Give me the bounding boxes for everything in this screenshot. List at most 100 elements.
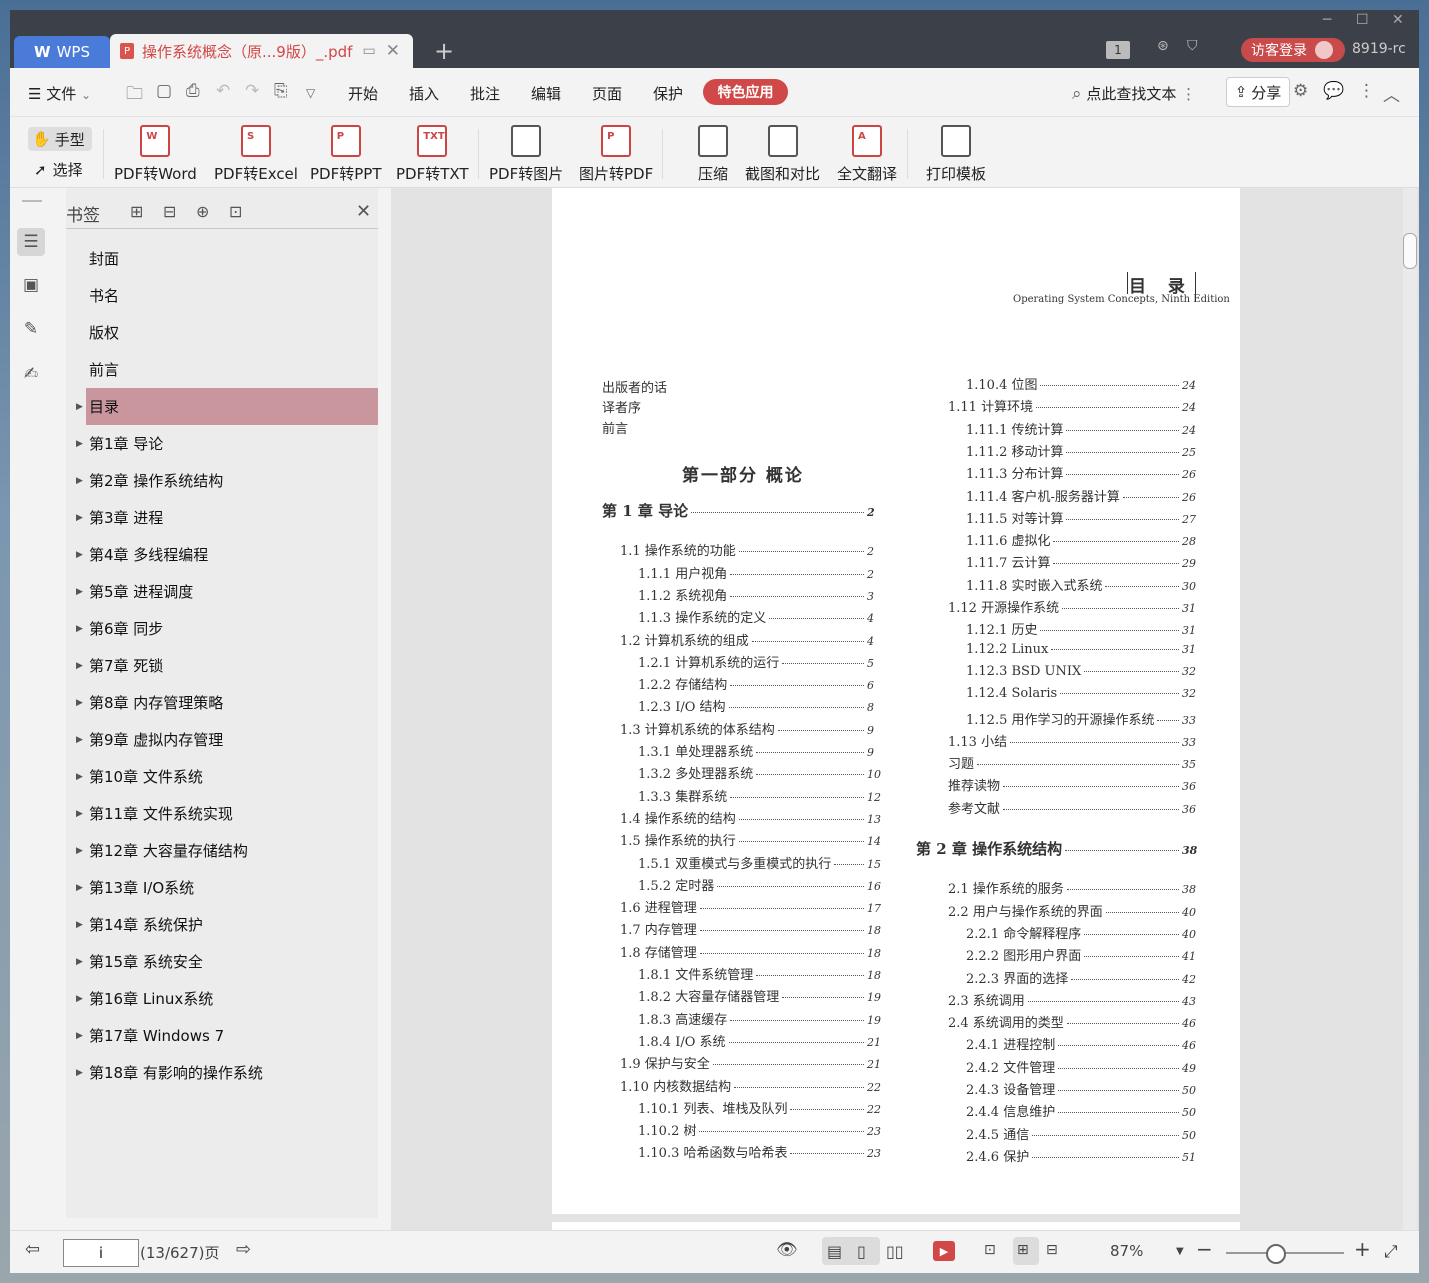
expand-arrow-icon[interactable]: ▶ (76, 1031, 83, 1041)
share-button[interactable]: ⇪ 分享 (1226, 77, 1290, 107)
expand-arrow-icon[interactable]: ▶ (76, 809, 83, 819)
bookmark-item[interactable]: ▶ 目录 (76, 388, 378, 425)
menu-edit[interactable]: 编辑 (531, 83, 561, 104)
new-tab-button[interactable]: + (434, 37, 454, 65)
menu-start[interactable]: 开始 (348, 83, 378, 104)
two-page-icon[interactable]: ▯▯ (886, 1242, 904, 1261)
eye-protection-icon[interactable]: 👁 (776, 1240, 798, 1260)
thumbnail-icon[interactable]: ▣ (20, 274, 42, 296)
pdf-to-image-button[interactable]: PDF转图片 (489, 125, 563, 184)
maximize-button[interactable]: ☐ (1356, 12, 1369, 28)
guest-login-button[interactable]: 访客登录 (1241, 38, 1345, 62)
bookmark-item[interactable]: ▶ 第11章 文件系统实现 (76, 795, 378, 832)
expand-arrow-icon[interactable]: ▶ (76, 550, 83, 560)
menu-special-apps[interactable]: 特色应用 (703, 79, 788, 105)
bookmark-item[interactable]: ▶ 第6章 同步 (76, 610, 378, 647)
expand-arrow-icon[interactable]: ▶ (76, 883, 83, 893)
print-icon[interactable]: ⎙ (186, 81, 200, 101)
pdf-to-excel-button[interactable]: S PDF转Excel (214, 125, 298, 184)
vertical-scrollbar[interactable] (1403, 188, 1417, 1230)
fit-width-icon[interactable]: ⊟ (1046, 1242, 1058, 1258)
bookmark-item[interactable]: 前言 (86, 351, 378, 388)
fullscreen-icon[interactable]: ⤢ (1384, 1242, 1398, 1262)
prev-page-icon[interactable]: ⇦ (25, 1239, 40, 1260)
bookmark-item[interactable]: ▶ 第8章 内存管理策略 (76, 684, 378, 721)
menu-protect[interactable]: 保护 (653, 83, 683, 104)
expand-arrow-icon[interactable]: ▶ (76, 772, 83, 782)
bookmark-item[interactable]: ▶ 第17章 Windows 7 (76, 1017, 378, 1054)
wps-home-tab[interactable]: W WPS (14, 36, 110, 68)
expand-arrow-icon[interactable]: ▶ (76, 1068, 83, 1078)
expand-arrow-icon[interactable]: ▶ (76, 402, 83, 412)
bookmark-item[interactable]: ▶ 第5章 进程调度 (76, 573, 378, 610)
close-panel-icon[interactable]: ✕ (356, 201, 371, 222)
compress-button[interactable]: 压缩 (698, 125, 728, 184)
zoom-dropdown-icon[interactable]: ▼ (1176, 1246, 1184, 1257)
expand-arrow-icon[interactable]: ▶ (76, 476, 83, 486)
bookmark-item[interactable]: ▶ 第18章 有影响的操作系统 (76, 1054, 378, 1091)
bookmark-item[interactable]: ▶ 第7章 死锁 (76, 647, 378, 684)
pdf-to-word-button[interactable]: W PDF转Word (114, 125, 197, 184)
bookmark-item[interactable]: ▶ 第12章 大容量存储结构 (76, 832, 378, 869)
expand-all-icon[interactable]: ⊞ (130, 202, 143, 221)
play-slideshow-icon[interactable]: ▶ (933, 1241, 955, 1261)
menu-page[interactable]: 页面 (592, 83, 622, 104)
bookmark-options-icon[interactable]: ⊡ (229, 202, 242, 221)
export-icon[interactable]: ⎘ (274, 81, 288, 101)
bookmark-item[interactable]: 书名 (86, 277, 378, 314)
file-menu[interactable]: ☰ 文件 ⌄ (28, 83, 91, 104)
menu-insert[interactable]: 插入 (409, 83, 439, 104)
scrollbar-thumb[interactable] (1403, 233, 1417, 269)
menu-annotate[interactable]: 批注 (470, 83, 500, 104)
annotation-icon[interactable]: ✎ (20, 318, 42, 340)
translate-button[interactable]: A 全文翻译 (837, 125, 897, 184)
expand-arrow-icon[interactable]: ▶ (76, 846, 83, 856)
bookmark-item[interactable]: ▶ 第1章 导论 (76, 425, 378, 462)
expand-arrow-icon[interactable]: ▶ (76, 661, 83, 671)
window-count-badge[interactable]: 1 (1106, 41, 1130, 59)
more-vert-icon[interactable]: ⋮ (1181, 85, 1196, 103)
save-icon[interactable]: ▢ (156, 81, 172, 101)
collapse-all-icon[interactable]: ⊟ (163, 202, 176, 221)
gear-icon[interactable]: ⚙ (1293, 81, 1308, 101)
drag-handle-icon[interactable] (22, 200, 42, 202)
continuous-view-icon[interactable]: ▤ (827, 1242, 842, 1261)
more-options-icon[interactable]: ⋮ (1358, 81, 1375, 101)
zoom-slider-knob[interactable] (1266, 1244, 1286, 1264)
shirt-skin-icon[interactable]: ⛉ (1187, 38, 1198, 54)
bookmark-item[interactable]: ▶ 第3章 进程 (76, 499, 378, 536)
single-page-icon[interactable]: ▯ (857, 1242, 866, 1261)
bookmark-item[interactable]: ▶ 第14章 系统保护 (76, 906, 378, 943)
page-number-input[interactable]: i (63, 1239, 139, 1267)
expand-arrow-icon[interactable]: ▶ (76, 624, 83, 634)
expand-arrow-icon[interactable]: ▶ (76, 513, 83, 523)
bookmark-item[interactable]: ▶ 第13章 I/O系统 (76, 869, 378, 906)
signature-icon[interactable]: ✍ (20, 363, 42, 385)
minimize-button[interactable]: ─ (1323, 12, 1331, 28)
expand-arrow-icon[interactable]: ▶ (76, 957, 83, 967)
bookmark-item[interactable]: ▶ 第4章 多线程编程 (76, 536, 378, 573)
pdf-to-txt-button[interactable]: TXT PDF转TXT (396, 125, 469, 184)
sync-icon[interactable]: ⊛ (1157, 38, 1169, 54)
redo-icon[interactable]: ↷ (245, 81, 259, 101)
pdf-to-ppt-button[interactable]: P PDF转PPT (310, 125, 381, 184)
print-template-button[interactable]: 打印模板 (926, 125, 986, 184)
undo-icon[interactable]: ↶ (216, 81, 230, 101)
more-quick-access-icon[interactable]: ▽ (306, 86, 315, 100)
collapse-ribbon-icon[interactable]: ︿ (1383, 81, 1400, 106)
document-tab[interactable]: P 操作系统概念（原...9版）_.pdf ▭ ✕ (110, 34, 413, 68)
bookmark-item[interactable]: 版权 (86, 314, 378, 351)
monitor-icon[interactable]: ▭ (362, 43, 375, 59)
bookmark-item[interactable]: ▶ 第10章 文件系统 (76, 758, 378, 795)
bookmark-item[interactable]: 封面 (86, 240, 378, 277)
expand-arrow-icon[interactable]: ▶ (76, 698, 83, 708)
close-tab-icon[interactable]: ✕ (386, 41, 400, 61)
expand-arrow-icon[interactable]: ▶ (76, 920, 83, 930)
hand-tool-button[interactable]: ✋ 手型 (28, 127, 92, 151)
add-bookmark-icon[interactable]: ⊕ (196, 202, 209, 221)
zoom-in-icon[interactable]: + (1354, 1237, 1371, 1261)
bookmark-item[interactable]: ▶ 第2章 操作系统结构 (76, 462, 378, 499)
fit-page-icon[interactable]: ⊞ (1017, 1242, 1029, 1258)
document-viewport[interactable]: 目 录 Operating System Concepts, Ninth Edi… (391, 188, 1419, 1242)
open-folder-icon[interactable]: 🗀 (126, 81, 143, 110)
